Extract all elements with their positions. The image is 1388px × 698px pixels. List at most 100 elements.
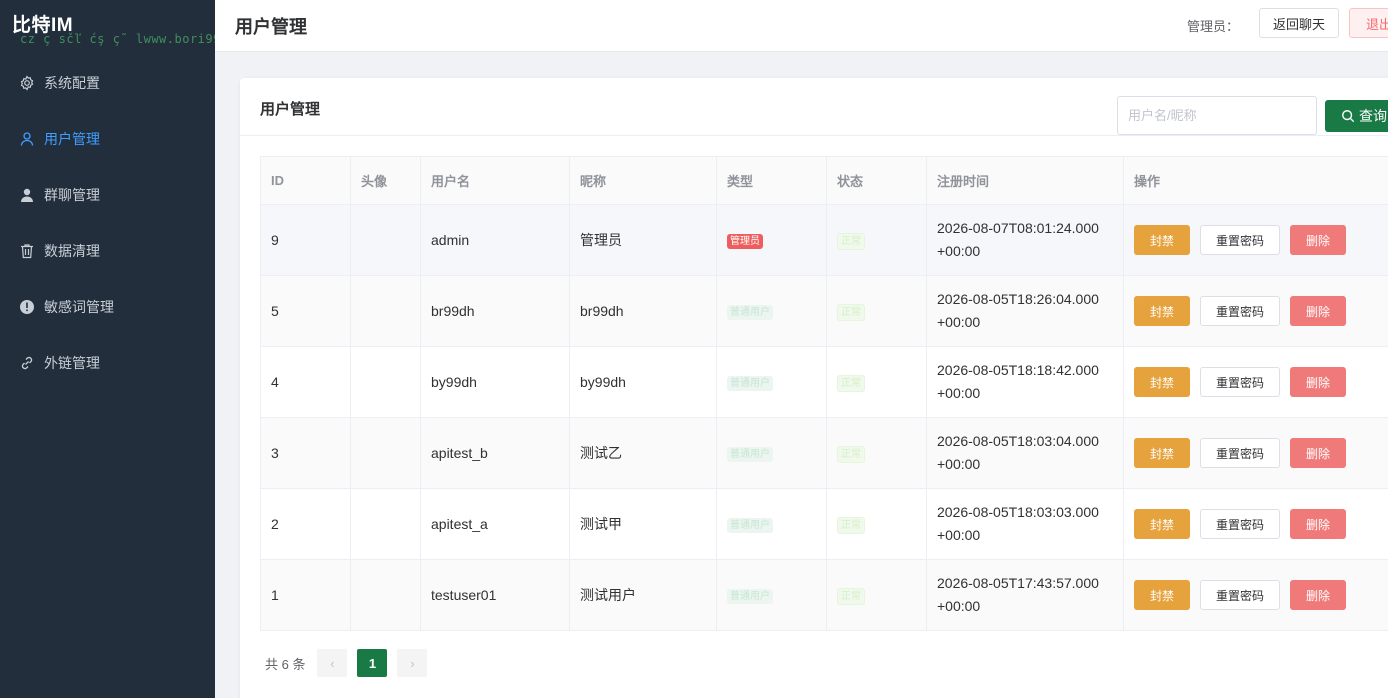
cell-actions: 封禁 重置密码 删除 [1123,346,1388,418]
page-number-current[interactable]: 1 [357,649,388,677]
return-to-chat-button[interactable]: 返回聊天 [1259,8,1339,38]
sidebar-item-label: 外链管理 [44,355,100,371]
sidebar-item-system-config[interactable]: 系统配置 [0,55,215,111]
ban-button[interactable]: 封禁 [1134,438,1190,468]
cell-status: 正常 [826,488,927,560]
reset-password-button[interactable]: 重置密码 [1200,580,1280,610]
sidebar-item-label: 数据清理 [44,243,100,259]
cell-username: admin [420,204,570,276]
link-icon [19,355,35,371]
user-solid-icon [19,187,35,203]
card-header: 用户管理 查询 [240,78,1388,136]
cell-username: apitest_b [420,417,570,489]
reset-password-button[interactable]: 重置密码 [1200,296,1280,326]
sidebar-item-data-cleanup[interactable]: 数据清理 [0,223,215,279]
cell-type: 管理员 [716,204,827,276]
cell-type: 普通用户 [716,417,827,489]
status-badge: 正常 [837,587,865,605]
delete-button[interactable]: 删除 [1290,296,1346,326]
cell-actions: 封禁 重置密码 删除 [1123,488,1388,560]
cell-nickname: 测试甲 [569,488,717,560]
table-row: 1 testuser01 测试用户 普通用户 正常 2026-08-05T17:… [260,559,1388,631]
ban-button[interactable]: 封禁 [1134,580,1190,610]
cell-nickname: 管理员 [569,204,717,276]
type-badge: 管理员 [727,234,763,249]
table-row: 3 apitest_b 测试乙 普通用户 正常 2026-08-05T18:03… [260,417,1388,489]
status-badge: 正常 [837,232,865,250]
cell-username: by99dh [420,346,570,418]
cell-id: 3 [260,417,351,489]
cell-status: 正常 [826,275,927,347]
column-header-created: 注册时间 [926,156,1124,205]
reset-password-button[interactable]: 重置密码 [1200,438,1280,468]
cell-id: 9 [260,204,351,276]
delete-button[interactable]: 删除 [1290,509,1346,539]
table-row: 5 br99dh br99dh 普通用户 正常 2026-08-05T18:26… [260,275,1388,347]
type-badge: 普通用户 [727,518,773,533]
table-row: 4 by99dh by99dh 普通用户 正常 2026-08-05T18:18… [260,346,1388,418]
next-page-button[interactable]: › [397,649,428,677]
cell-avatar [350,275,421,347]
status-badge: 正常 [837,374,865,392]
ban-button[interactable]: 封禁 [1134,367,1190,397]
delete-button[interactable]: 删除 [1290,580,1346,610]
cell-id: 5 [260,275,351,347]
column-header-id: ID [260,156,351,205]
prev-page-button[interactable]: ‹ [317,649,348,677]
sidebar-item-group-management[interactable]: 群聊管理 [0,167,215,223]
page-title: 用户管理 [235,17,307,37]
status-badge: 正常 [837,303,865,321]
cell-avatar [350,559,421,631]
logout-button[interactable]: 退出 [1349,8,1388,38]
delete-button[interactable]: 删除 [1290,438,1346,468]
search-icon [1342,110,1355,123]
column-header-status: 状态 [826,156,927,205]
cell-created: 2026-08-05T17:43:57.000 +00:00 [926,559,1124,631]
cell-type: 普通用户 [716,275,827,347]
type-badge: 普通用户 [727,376,773,391]
table-header-row: ID 头像 用户名 昵称 类型 状态 注册时间 操作 [260,156,1388,205]
cell-username: apitest_a [420,488,570,560]
total-count: 共 6 条 [265,656,306,672]
cell-id: 2 [260,488,351,560]
column-header-type: 类型 [716,156,827,205]
cell-type: 普通用户 [716,346,827,418]
status-badge: 正常 [837,445,865,463]
cell-actions: 封禁 重置密码 删除 [1123,204,1388,276]
cell-actions: 封禁 重置密码 删除 [1123,417,1388,489]
ban-button[interactable]: 封禁 [1134,225,1190,255]
cell-status: 正常 [826,204,927,276]
reset-password-button[interactable]: 重置密码 [1200,225,1280,255]
reset-password-button[interactable]: 重置密码 [1200,509,1280,539]
ban-button[interactable]: 封禁 [1134,509,1190,539]
search-input[interactable] [1117,96,1317,135]
gear-icon [19,75,35,91]
cell-created: 2026-08-05T18:18:42.000 +00:00 [926,346,1124,418]
delete-button[interactable]: 删除 [1290,367,1346,397]
user-management-card: 用户管理 查询 ID 头像 用户名 昵称 类型 状态 注册时间 操作 [240,78,1388,698]
cell-avatar [350,417,421,489]
cell-username: testuser01 [420,559,570,631]
table-row: 2 apitest_a 测试甲 普通用户 正常 2026-08-05T18:03… [260,488,1388,560]
cell-created: 2026-08-05T18:26:04.000 +00:00 [926,275,1124,347]
sidebar-item-external-links[interactable]: 外链管理 [0,335,215,391]
sidebar-item-label: 用户管理 [44,131,100,147]
cell-created: 2026-08-07T08:01:24.000 +00:00 [926,204,1124,276]
admin-label: 管理员： [1187,19,1240,34]
sidebar-item-label: 群聊管理 [44,187,100,203]
reset-password-button[interactable]: 重置密码 [1200,367,1280,397]
sidebar-item-sensitive-words[interactable]: 敏感词管理 [0,279,215,335]
search-button[interactable]: 查询 [1325,100,1388,132]
delete-button[interactable]: 删除 [1290,225,1346,255]
cell-actions: 封禁 重置密码 删除 [1123,275,1388,347]
type-badge: 普通用户 [727,447,773,462]
sidebar-menu: 系统配置 用户管理 群聊管理 数据清理 敏感词管理 外链管理 [0,55,215,391]
column-header-username: 用户名 [420,156,570,205]
column-header-avatar: 头像 [350,156,421,205]
cell-created: 2026-08-05T18:03:03.000 +00:00 [926,488,1124,560]
status-badge: 正常 [837,516,865,534]
cell-nickname: 测试乙 [569,417,717,489]
sidebar-item-user-management[interactable]: 用户管理 [0,111,215,167]
column-header-nickname: 昵称 [569,156,717,205]
ban-button[interactable]: 封禁 [1134,296,1190,326]
